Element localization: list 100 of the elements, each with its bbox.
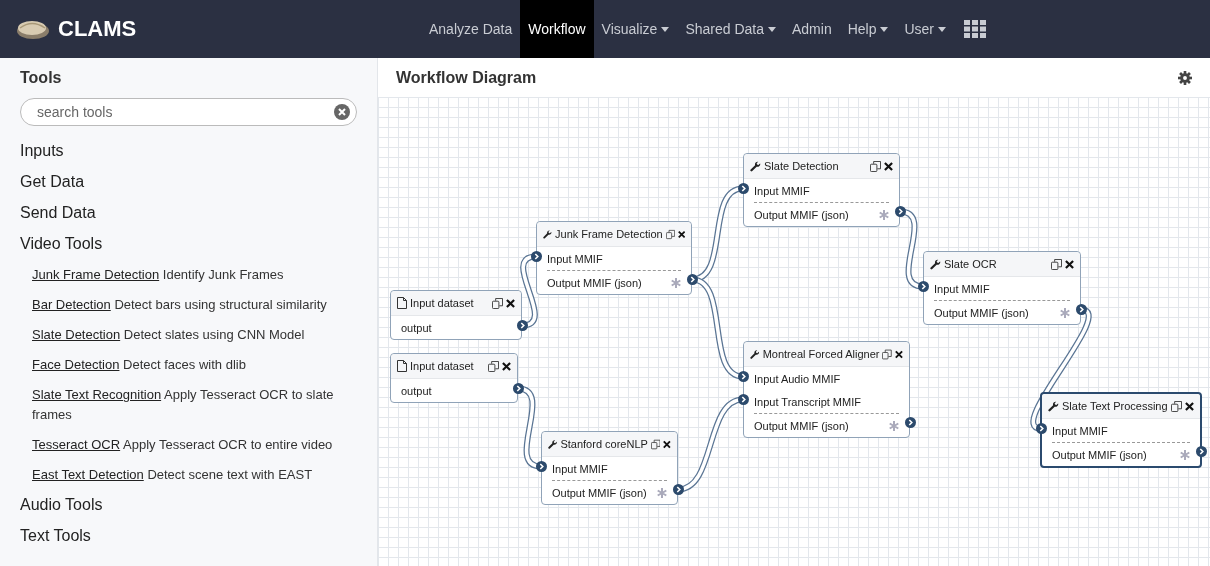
node-title: Junk Frame Detection [555,228,663,240]
close-icon[interactable] [1065,259,1074,269]
tool-link[interactable]: Face Detection [32,357,120,372]
port-label: Input MMIF [1052,424,1109,437]
port-icon[interactable] [737,371,749,382]
asterisk-icon [1060,307,1070,318]
port-icon[interactable] [1035,423,1047,434]
copy-icon[interactable] [1051,258,1062,270]
copy-icon[interactable] [1171,400,1182,412]
search-field[interactable]: search tools [20,98,357,126]
port-icon[interactable] [894,206,906,217]
tool-category[interactable]: Get Data [20,167,357,198]
workflow-node[interactable]: Junk Frame Detection Input MMIF Output MMIF (json) [536,221,692,295]
tool-link[interactable]: Bar Detection [32,297,111,312]
tool-link[interactable]: Tesseract OCR [32,437,121,452]
tool-category[interactable]: Send Data [20,198,357,229]
tool-entry: Slate Text Recognition Apply Tesseract OCR to slate frames [31,386,335,424]
copy-icon[interactable] [650,438,661,450]
port-icon[interactable] [917,281,929,292]
workflow-node[interactable]: Montreal Forced Aligner Input Audio MMIF Input Transcript MMIF Output MMIF (json) [743,341,910,438]
port-label: Output MMIF (json) [1052,448,1148,461]
workflow-node[interactable]: Slate Detection Input MMIF Output MMIF (json) [743,153,900,227]
port-label: Input Transcript MMIF [754,395,862,408]
wrench-icon [750,160,761,172]
brand-name: CLAMS [58,16,137,42]
nav-link[interactable]: Shared Data [677,0,784,58]
port-icon[interactable] [737,183,749,194]
port-label: Input MMIF [934,282,991,295]
port-label: Input MMIF [754,184,811,197]
port-label: output [401,321,433,334]
sidebar-title: Tools [20,68,63,88]
workflow-node[interactable]: Stanford coreNLP Input MMIF Output MMIF (json) [541,431,678,505]
caret-icon [768,26,776,32]
port-label: Output MMIF (json) [754,208,850,221]
nav-link[interactable]: Help [839,0,897,58]
asterisk-icon [889,420,899,431]
close-icon[interactable] [1185,401,1194,411]
port-label: output [401,384,433,397]
port-icon[interactable] [530,251,542,262]
tool-link[interactable]: Slate Detection [32,327,121,342]
file-icon [397,360,407,372]
wrench-icon [930,258,941,270]
tool-link[interactable]: Slate Text Recognition [32,387,162,402]
port-label: Input MMIF [552,462,609,475]
tool-category[interactable]: Video Tools [20,229,357,260]
clam-logo-icon [16,18,50,40]
nav-link[interactable]: Visualize [593,0,678,58]
node-title: Slate Text Processing [1062,400,1168,412]
nav-link[interactable]: Analyze Data [421,0,521,58]
copy-icon[interactable] [665,228,675,240]
workflow-node[interactable]: Input dataset output [390,353,518,403]
nav-link[interactable]: User [896,0,955,58]
port-icon[interactable] [512,383,524,394]
tool-entry: East Text Detection Detect scene text with EAST [31,466,314,484]
workflow-node[interactable]: Slate OCR Input MMIF Output MMIF (json) [923,251,1081,325]
tool-link[interactable]: East Text Detection [32,467,144,482]
settings-icon[interactable] [1178,70,1192,85]
close-icon[interactable] [884,161,893,171]
caret-icon [938,26,947,32]
tool-category[interactable]: Audio Tools [20,490,357,521]
port-icon[interactable] [1075,304,1087,315]
port-icon[interactable] [535,461,547,472]
node-title: Montreal Forced Aligner [762,348,880,360]
port-icon[interactable] [686,274,698,285]
copy-icon[interactable] [492,297,503,309]
nav-link[interactable]: Workflow [520,0,594,58]
panel-title: Workflow Diagram [396,68,537,87]
tool-entry: Junk Frame Detection Identify Junk Frames [31,266,285,284]
close-icon[interactable] [506,298,515,308]
file-icon [397,297,407,309]
node-title: Slate OCR [944,258,998,270]
caret-icon [880,26,889,32]
close-icon[interactable] [677,229,685,239]
close-icon[interactable] [502,361,511,371]
copy-icon[interactable] [488,360,499,372]
port-icon[interactable] [904,417,916,428]
asterisk-icon [671,277,681,288]
workflow-node[interactable]: Input dataset output [390,290,522,340]
tool-entry: Tesseract OCR Apply Tesseract OCR to entire video [31,436,334,454]
port-label: Output MMIF (json) [754,419,850,432]
wrench-icon [548,438,558,450]
nav-link[interactable]: Admin [784,0,840,58]
copy-icon[interactable] [882,348,893,360]
port-label: Input Audio MMIF [754,372,842,385]
port-label: Output MMIF (json) [934,306,1030,319]
workflow-node[interactable]: Slate Text Processing Input MMIF Output MMIF (json) [1040,392,1202,468]
close-icon[interactable] [895,349,903,359]
port-icon[interactable] [516,320,528,331]
port-label: Output MMIF (json) [547,276,643,289]
tool-link[interactable]: Junk Frame Detection [32,267,160,282]
copy-icon[interactable] [870,160,881,172]
port-icon[interactable] [737,394,749,405]
close-icon[interactable] [663,439,671,449]
clear-icon[interactable] [334,104,350,120]
node-title: Input dataset [410,297,475,309]
port-icon[interactable] [1195,446,1207,457]
asterisk-icon [657,487,667,498]
port-icon[interactable] [672,484,684,495]
tool-category[interactable]: Text Tools [20,521,357,552]
tool-category[interactable]: Inputs [20,136,357,167]
